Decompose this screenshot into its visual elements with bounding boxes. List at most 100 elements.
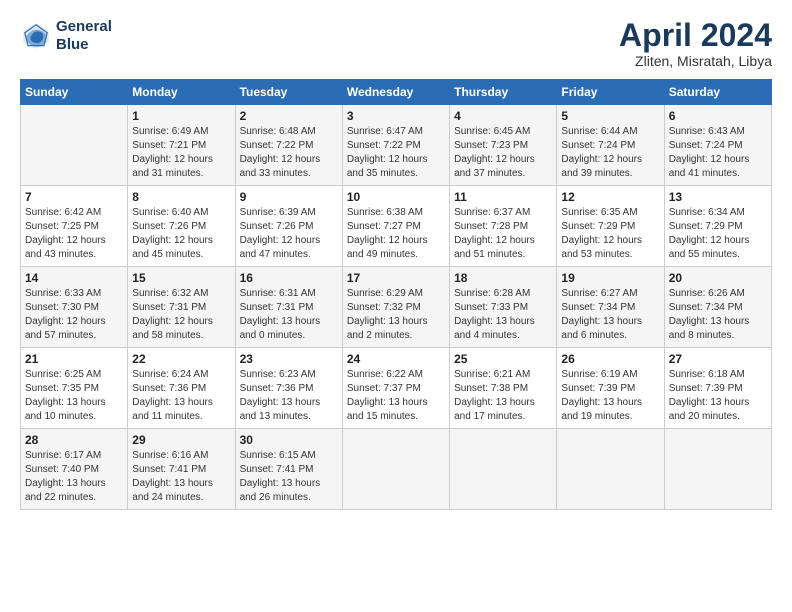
logo-line1: General — [56, 18, 112, 36]
title-block: April 2024 Zliten, Misratah, Libya — [619, 18, 772, 69]
cell-sun-info: Sunrise: 6:19 AMSunset: 7:39 PMDaylight:… — [561, 368, 659, 424]
day-number: 10 — [347, 190, 445, 204]
logo-text: General Blue — [56, 18, 112, 54]
calendar-cell: 13 Sunrise: 6:34 AMSunset: 7:29 PMDayligh… — [664, 186, 771, 267]
day-number: 28 — [25, 433, 123, 447]
calendar-cell: 26 Sunrise: 6:19 AMSunset: 7:39 PMDayligh… — [557, 348, 664, 429]
week-row-3: 14 Sunrise: 6:33 AMSunset: 7:30 PMDayligh… — [21, 267, 772, 348]
day-number: 29 — [132, 433, 230, 447]
day-number: 22 — [132, 352, 230, 366]
cell-sun-info: Sunrise: 6:49 AMSunset: 7:21 PMDaylight:… — [132, 125, 230, 181]
day-number: 19 — [561, 271, 659, 285]
calendar-cell — [21, 105, 128, 186]
calendar-cell — [450, 429, 557, 510]
week-row-1: 1 Sunrise: 6:49 AMSunset: 7:21 PMDaylight… — [21, 105, 772, 186]
day-number: 27 — [669, 352, 767, 366]
day-number: 8 — [132, 190, 230, 204]
cell-sun-info: Sunrise: 6:38 AMSunset: 7:27 PMDaylight:… — [347, 206, 445, 262]
calendar-cell: 11 Sunrise: 6:37 AMSunset: 7:28 PMDayligh… — [450, 186, 557, 267]
day-number: 26 — [561, 352, 659, 366]
col-header-friday: Friday — [557, 80, 664, 105]
cell-sun-info: Sunrise: 6:16 AMSunset: 7:41 PMDaylight:… — [132, 449, 230, 505]
calendar-cell: 20 Sunrise: 6:26 AMSunset: 7:34 PMDayligh… — [664, 267, 771, 348]
cell-sun-info: Sunrise: 6:26 AMSunset: 7:34 PMDaylight:… — [669, 287, 767, 343]
header-row: General Blue April 2024 Zliten, Misratah… — [20, 18, 772, 69]
cell-sun-info: Sunrise: 6:15 AMSunset: 7:41 PMDaylight:… — [240, 449, 338, 505]
day-number: 20 — [669, 271, 767, 285]
calendar-cell: 1 Sunrise: 6:49 AMSunset: 7:21 PMDaylight… — [128, 105, 235, 186]
cell-sun-info: Sunrise: 6:33 AMSunset: 7:30 PMDaylight:… — [25, 287, 123, 343]
calendar-table: SundayMondayTuesdayWednesdayThursdayFrid… — [20, 79, 772, 510]
logo: General Blue — [20, 18, 112, 54]
day-number: 5 — [561, 109, 659, 123]
cell-sun-info: Sunrise: 6:17 AMSunset: 7:40 PMDaylight:… — [25, 449, 123, 505]
day-number: 15 — [132, 271, 230, 285]
logo-line2: Blue — [56, 36, 112, 54]
calendar-cell: 17 Sunrise: 6:29 AMSunset: 7:32 PMDayligh… — [342, 267, 449, 348]
cell-sun-info: Sunrise: 6:39 AMSunset: 7:26 PMDaylight:… — [240, 206, 338, 262]
calendar-cell — [557, 429, 664, 510]
calendar-cell: 19 Sunrise: 6:27 AMSunset: 7:34 PMDayligh… — [557, 267, 664, 348]
day-number: 17 — [347, 271, 445, 285]
cell-sun-info: Sunrise: 6:40 AMSunset: 7:26 PMDaylight:… — [132, 206, 230, 262]
day-number: 1 — [132, 109, 230, 123]
cell-sun-info: Sunrise: 6:25 AMSunset: 7:35 PMDaylight:… — [25, 368, 123, 424]
calendar-cell: 15 Sunrise: 6:32 AMSunset: 7:31 PMDayligh… — [128, 267, 235, 348]
week-row-5: 28 Sunrise: 6:17 AMSunset: 7:40 PMDayligh… — [21, 429, 772, 510]
cell-sun-info: Sunrise: 6:32 AMSunset: 7:31 PMDaylight:… — [132, 287, 230, 343]
cell-sun-info: Sunrise: 6:23 AMSunset: 7:36 PMDaylight:… — [240, 368, 338, 424]
day-number: 9 — [240, 190, 338, 204]
day-number: 6 — [669, 109, 767, 123]
day-number: 14 — [25, 271, 123, 285]
calendar-cell: 7 Sunrise: 6:42 AMSunset: 7:25 PMDaylight… — [21, 186, 128, 267]
cell-sun-info: Sunrise: 6:37 AMSunset: 7:28 PMDaylight:… — [454, 206, 552, 262]
day-number: 18 — [454, 271, 552, 285]
cell-sun-info: Sunrise: 6:27 AMSunset: 7:34 PMDaylight:… — [561, 287, 659, 343]
day-number: 2 — [240, 109, 338, 123]
cell-sun-info: Sunrise: 6:31 AMSunset: 7:31 PMDaylight:… — [240, 287, 338, 343]
day-number: 7 — [25, 190, 123, 204]
week-row-2: 7 Sunrise: 6:42 AMSunset: 7:25 PMDaylight… — [21, 186, 772, 267]
cell-sun-info: Sunrise: 6:47 AMSunset: 7:22 PMDaylight:… — [347, 125, 445, 181]
day-number: 13 — [669, 190, 767, 204]
calendar-cell: 30Sunrise: 6:15 AMSunset: 7:41 PMDayligh… — [235, 429, 342, 510]
day-number: 11 — [454, 190, 552, 204]
logo-icon — [20, 20, 52, 52]
cell-sun-info: Sunrise: 6:48 AMSunset: 7:22 PMDaylight:… — [240, 125, 338, 181]
calendar-cell: 14 Sunrise: 6:33 AMSunset: 7:30 PMDayligh… — [21, 267, 128, 348]
calendar-cell: 3 Sunrise: 6:47 AMSunset: 7:22 PMDaylight… — [342, 105, 449, 186]
page-container: General Blue April 2024 Zliten, Misratah… — [0, 0, 792, 520]
cell-sun-info: Sunrise: 6:42 AMSunset: 7:25 PMDaylight:… — [25, 206, 123, 262]
cell-sun-info: Sunrise: 6:35 AMSunset: 7:29 PMDaylight:… — [561, 206, 659, 262]
calendar-cell — [342, 429, 449, 510]
day-number: 25 — [454, 352, 552, 366]
day-number: 12 — [561, 190, 659, 204]
col-header-monday: Monday — [128, 80, 235, 105]
calendar-cell: 4 Sunrise: 6:45 AMSunset: 7:23 PMDaylight… — [450, 105, 557, 186]
col-header-saturday: Saturday — [664, 80, 771, 105]
col-header-thursday: Thursday — [450, 80, 557, 105]
cell-sun-info: Sunrise: 6:44 AMSunset: 7:24 PMDaylight:… — [561, 125, 659, 181]
cell-sun-info: Sunrise: 6:28 AMSunset: 7:33 PMDaylight:… — [454, 287, 552, 343]
day-number: 4 — [454, 109, 552, 123]
day-number: 3 — [347, 109, 445, 123]
calendar-cell: 25Sunrise: 6:21 AMSunset: 7:38 PMDayligh… — [450, 348, 557, 429]
cell-sun-info: Sunrise: 6:34 AMSunset: 7:29 PMDaylight:… — [669, 206, 767, 262]
main-title: April 2024 — [619, 18, 772, 53]
calendar-cell: 12 Sunrise: 6:35 AMSunset: 7:29 PMDayligh… — [557, 186, 664, 267]
cell-sun-info: Sunrise: 6:43 AMSunset: 7:24 PMDaylight:… — [669, 125, 767, 181]
day-number: 21 — [25, 352, 123, 366]
cell-sun-info: Sunrise: 6:22 AMSunset: 7:37 PMDaylight:… — [347, 368, 445, 424]
cell-sun-info: Sunrise: 6:45 AMSunset: 7:23 PMDaylight:… — [454, 125, 552, 181]
calendar-cell: 6 Sunrise: 6:43 AMSunset: 7:24 PMDaylight… — [664, 105, 771, 186]
calendar-cell: 22 Sunrise: 6:24 AMSunset: 7:36 PMDayligh… — [128, 348, 235, 429]
calendar-cell: 24Sunrise: 6:22 AMSunset: 7:37 PMDayligh… — [342, 348, 449, 429]
calendar-cell: 9 Sunrise: 6:39 AMSunset: 7:26 PMDaylight… — [235, 186, 342, 267]
header-row-days: SundayMondayTuesdayWednesdayThursdayFrid… — [21, 80, 772, 105]
calendar-cell: 28 Sunrise: 6:17 AMSunset: 7:40 PMDayligh… — [21, 429, 128, 510]
week-row-4: 21 Sunrise: 6:25 AMSunset: 7:35 PMDayligh… — [21, 348, 772, 429]
cell-sun-info: Sunrise: 6:29 AMSunset: 7:32 PMDaylight:… — [347, 287, 445, 343]
cell-sun-info: Sunrise: 6:24 AMSunset: 7:36 PMDaylight:… — [132, 368, 230, 424]
calendar-cell: 23Sunrise: 6:23 AMSunset: 7:36 PMDayligh… — [235, 348, 342, 429]
calendar-cell: 10 Sunrise: 6:38 AMSunset: 7:27 PMDayligh… — [342, 186, 449, 267]
